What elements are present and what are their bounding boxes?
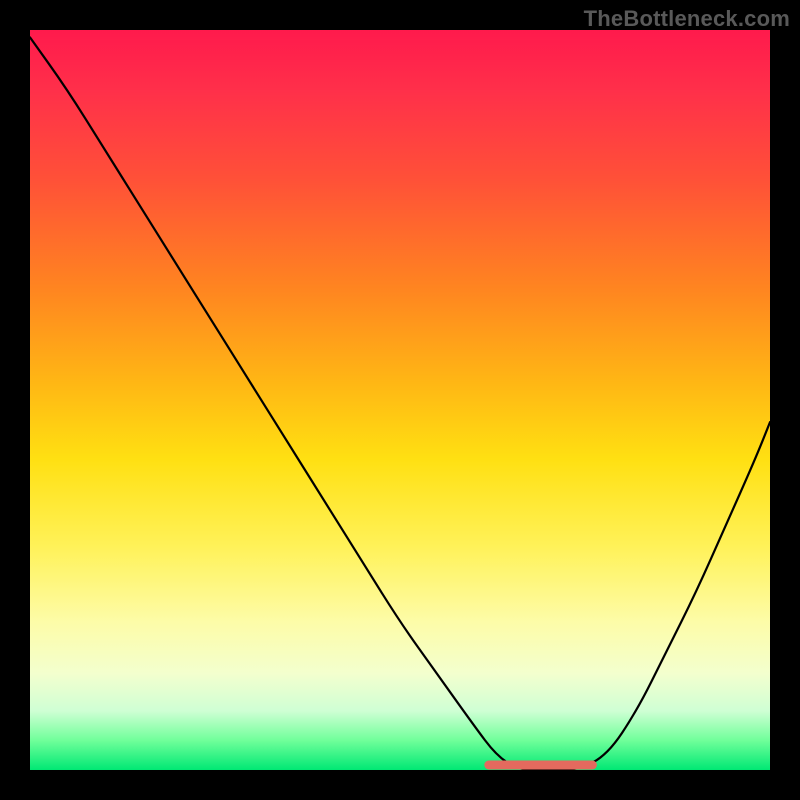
chart-frame: TheBottleneck.com [0, 0, 800, 800]
plot-area [30, 30, 770, 770]
bottleneck-curve [30, 30, 770, 770]
watermark-text: TheBottleneck.com [584, 6, 790, 32]
